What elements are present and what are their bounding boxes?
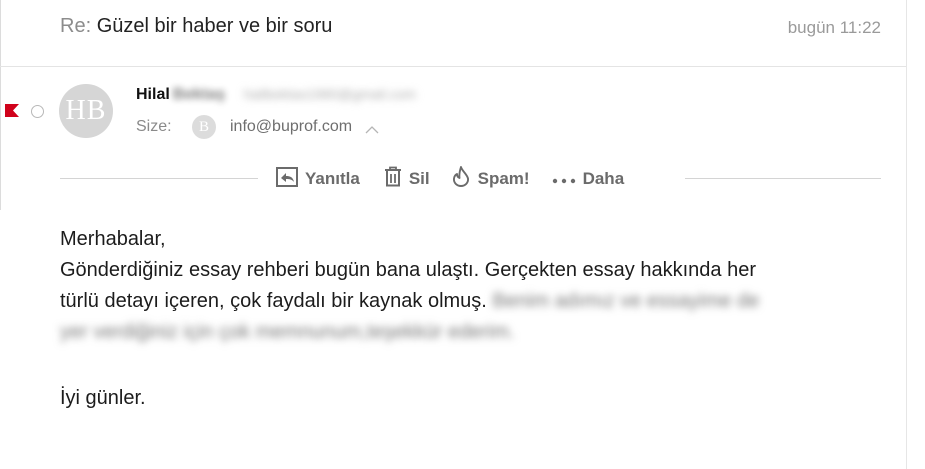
flag-icon[interactable] [5, 104, 19, 122]
email-subject: Re: Güzel bir haber ve bir soru [60, 15, 332, 38]
sender-first-name[interactable]: Hilal [136, 86, 170, 103]
body-line-3-redacted: yer verdiğiniz için çok memnunum,teşekkü… [60, 321, 515, 343]
sender-email[interactable]: hailbektas1980@gmail.com [244, 86, 416, 102]
spam-button[interactable]: Spam! [451, 166, 530, 192]
subject-prefix: Re: [60, 15, 92, 37]
reply-label: Yanıtla [305, 169, 360, 188]
subject-bar: Re: Güzel bir haber ve bir soru bugün 11… [0, 0, 906, 67]
recipient-avatar: B [192, 115, 216, 139]
spam-label: Spam! [477, 169, 530, 188]
body-greeting: Merhabalar, [60, 228, 166, 250]
sender-line: Hilal Bektaş hailbektas1980@gmail.com [136, 86, 416, 104]
more-dots-icon [552, 169, 583, 189]
body-closing: İyi günler. [60, 387, 146, 409]
email-date: bugün 11:22 [787, 18, 881, 37]
unread-dot-icon[interactable] [31, 105, 44, 118]
actions-divider-right [685, 178, 881, 179]
reply-icon [276, 166, 305, 192]
recipient-email[interactable]: info@buprof.com [230, 118, 352, 136]
message-actions: Yanıtla Sil Spam! Daha [276, 166, 625, 192]
body-line-1: Gönderdiğiniz essay rehberi bugün bana u… [60, 259, 756, 281]
more-button[interactable]: Daha [552, 169, 625, 189]
right-border [906, 0, 907, 469]
body-line-2-text: türlü detayı içeren, çok faydalı bir kay… [60, 290, 487, 312]
body-line-2-redacted: Benim adımız ve essayime de [486, 290, 760, 312]
more-label: Daha [582, 169, 625, 188]
actions-divider-left [60, 178, 258, 179]
delete-label: Sil [408, 169, 430, 188]
sender-last-name[interactable]: Bektaş [173, 86, 225, 103]
chevron-up-icon[interactable] [365, 121, 379, 139]
fire-icon [451, 166, 478, 192]
trash-icon [384, 166, 409, 192]
reply-button[interactable]: Yanıtla [276, 166, 360, 192]
delete-button[interactable]: Sil [384, 166, 430, 192]
email-body: Merhabalar, Gönderdiğiniz essay rehberi … [60, 224, 860, 348]
recipient-line: Size: B info@buprof.com [136, 115, 379, 139]
to-label: Size: [136, 118, 172, 135]
sender-avatar: HB [59, 84, 113, 138]
subject-text: Güzel bir haber ve bir soru [96, 15, 333, 37]
body-line-2: türlü detayı içeren, çok faydalı bir kay… [60, 286, 860, 317]
